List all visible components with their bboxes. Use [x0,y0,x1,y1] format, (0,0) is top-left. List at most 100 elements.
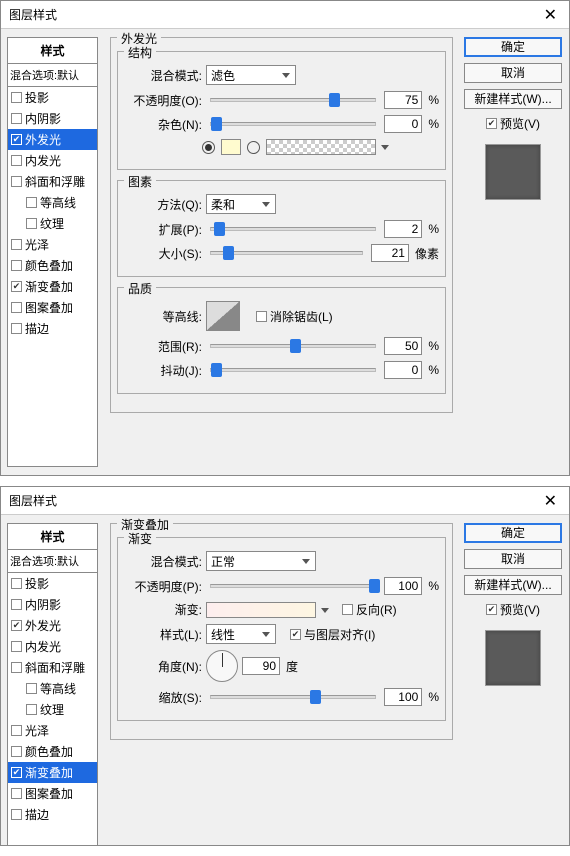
sidebar-item-satin[interactable]: 光泽 [8,234,97,255]
checkbox-icon[interactable] [11,239,22,250]
sidebar-item-color-overlay[interactable]: 颜色叠加 [8,255,97,276]
noise-slider[interactable] [210,122,376,126]
sidebar-item-satin[interactable]: 光泽 [8,720,97,741]
checkbox-icon[interactable] [11,599,22,610]
sidebar-item-outer-glow[interactable]: 外发光 [8,615,97,636]
scale-slider[interactable] [210,695,376,699]
color-radio-solid[interactable] [202,141,215,154]
titlebar: 图层样式 ✕ [1,487,569,515]
sidebar-item-bevel-emboss[interactable]: 斜面和浮雕 [8,171,97,192]
sidebar-item-stroke[interactable]: 描边 [8,318,97,339]
opacity-input[interactable]: 75 [384,91,422,109]
checkbox-icon[interactable] [11,578,22,589]
checkbox-icon[interactable] [26,218,37,229]
close-icon[interactable]: ✕ [540,5,561,25]
dialog-title: 图层样式 [9,6,57,23]
layer-style-dialog-gradient: 图层样式 ✕ 样式 混合选项:默认 投影 内阴影 外发光 内发光 斜面和浮雕 等… [0,486,570,846]
ok-button[interactable]: 确定 [464,523,562,543]
sidebar-item-contour[interactable]: 等高线 [8,192,97,213]
sidebar-item-stroke[interactable]: 描边 [8,804,97,825]
spread-input[interactable]: 2 [384,220,422,238]
glow-gradient-swatch[interactable] [266,139,376,155]
gradient-picker[interactable] [206,602,316,618]
size-input[interactable]: 21 [371,244,409,262]
contour-picker[interactable] [206,301,240,331]
reverse-checkbox[interactable]: 反向(R) [342,601,397,618]
ok-button[interactable]: 确定 [464,37,562,57]
checkbox-icon[interactable] [11,323,22,334]
sidebar-item-gradient-overlay[interactable]: 渐变叠加 [8,762,97,783]
spread-label: 扩展(P): [124,221,202,238]
sidebar-item-contour[interactable]: 等高线 [8,678,97,699]
blend-mode-label: 混合模式: [124,553,202,570]
blend-mode-select[interactable]: 滤色 [206,65,296,85]
opacity-slider[interactable] [210,584,376,588]
checkbox-icon[interactable] [26,683,37,694]
sidebar-item-gradient-overlay[interactable]: 渐变叠加 [8,276,97,297]
preview-checkbox[interactable]: 预览(V) [486,601,540,618]
new-style-button[interactable]: 新建样式(W)... [464,575,562,595]
sidebar-item-inner-glow[interactable]: 内发光 [8,150,97,171]
angle-dial[interactable] [206,650,238,682]
angle-input[interactable]: 90 [242,657,280,675]
sidebar-item-texture[interactable]: 纹理 [8,699,97,720]
sidebar-item-drop-shadow[interactable]: 投影 [8,87,97,108]
anti-alias-checkbox[interactable]: 消除锯齿(L) [256,308,333,325]
preview-checkbox[interactable]: 预览(V) [486,115,540,132]
sidebar-item-inner-shadow[interactable]: 内阴影 [8,594,97,615]
checkbox-icon[interactable] [11,302,22,313]
gradient-label: 渐变: [124,601,202,618]
checkbox-icon[interactable] [11,176,22,187]
opacity-input[interactable]: 100 [384,577,422,595]
checkbox-icon[interactable] [11,134,22,145]
checkbox-icon[interactable] [11,725,22,736]
checkbox-icon[interactable] [11,92,22,103]
sidebar-item-bevel-emboss[interactable]: 斜面和浮雕 [8,657,97,678]
blend-mode-select[interactable]: 正常 [206,551,316,571]
range-input[interactable]: 50 [384,337,422,355]
sidebar-item-pattern-overlay[interactable]: 图案叠加 [8,783,97,804]
sidebar-blend-defaults[interactable]: 混合选项:默认 [8,550,97,573]
glow-color-swatch[interactable] [221,139,241,155]
checkbox-icon[interactable] [11,662,22,673]
chevron-down-icon[interactable] [321,608,329,613]
technique-select[interactable]: 柔和 [206,194,276,214]
blend-mode-label: 混合模式: [124,67,202,84]
color-radio-gradient[interactable] [247,141,260,154]
checkbox-icon[interactable] [26,197,37,208]
checkbox-icon[interactable] [11,767,22,778]
sidebar-item-drop-shadow[interactable]: 投影 [8,573,97,594]
sidebar-item-color-overlay[interactable]: 颜色叠加 [8,741,97,762]
sidebar-item-pattern-overlay[interactable]: 图案叠加 [8,297,97,318]
new-style-button[interactable]: 新建样式(W)... [464,89,562,109]
checkbox-icon[interactable] [11,155,22,166]
checkbox-icon[interactable] [11,113,22,124]
checkbox-icon[interactable] [11,260,22,271]
close-icon[interactable]: ✕ [540,491,561,511]
cancel-button[interactable]: 取消 [464,63,562,83]
cancel-button[interactable]: 取消 [464,549,562,569]
opacity-slider[interactable] [210,98,376,102]
sidebar-item-inner-glow[interactable]: 内发光 [8,636,97,657]
sidebar-item-texture[interactable]: 纹理 [8,213,97,234]
style-select[interactable]: 线性 [206,624,276,644]
jitter-slider[interactable] [210,368,376,372]
sidebar-blend-defaults[interactable]: 混合选项:默认 [8,64,97,87]
checkbox-icon[interactable] [11,809,22,820]
spread-slider[interactable] [210,227,376,231]
align-checkbox[interactable]: 与图层对齐(I) [290,626,375,643]
checkbox-icon[interactable] [26,704,37,715]
checkbox-icon[interactable] [11,788,22,799]
checkbox-icon[interactable] [11,620,22,631]
checkbox-icon[interactable] [11,281,22,292]
checkbox-icon[interactable] [11,746,22,757]
range-slider[interactable] [210,344,376,348]
chevron-down-icon[interactable] [381,145,389,150]
scale-input[interactable]: 100 [384,688,422,706]
sidebar-item-inner-shadow[interactable]: 内阴影 [8,108,97,129]
sidebar-item-outer-glow[interactable]: 外发光 [8,129,97,150]
jitter-input[interactable]: 0 [384,361,422,379]
checkbox-icon[interactable] [11,641,22,652]
noise-input[interactable]: 0 [384,115,422,133]
size-slider[interactable] [210,251,363,255]
